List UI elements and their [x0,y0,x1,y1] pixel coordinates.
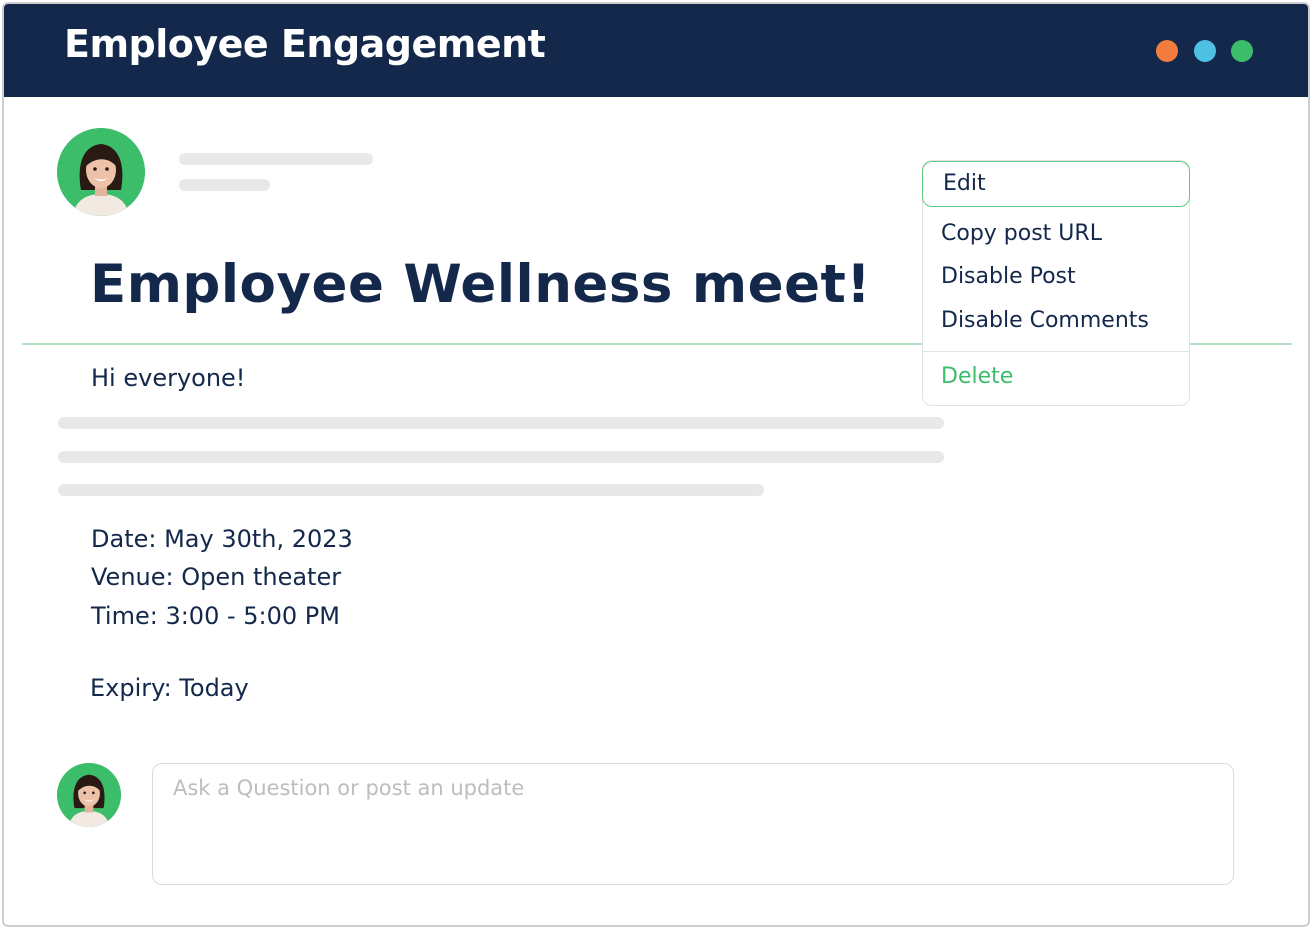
user-avatar-icon [57,763,121,827]
post-expiry: Expiry: Today [90,674,249,702]
commenter-avatar[interactable] [57,763,121,827]
app-window: Employee Engagement Employee Wellness me… [2,2,1310,927]
post-body-placeholder-line [58,484,764,496]
author-name-placeholder [179,153,373,165]
post-options-menu: Edit Copy post URL Disable Post Disable … [922,160,1190,406]
menu-item-copy-post-url[interactable]: Copy post URL [923,219,1189,249]
post-body-placeholder-line [58,417,944,429]
event-venue: Venue: Open theater [91,563,342,591]
author-avatar[interactable] [57,128,145,216]
post-greeting: Hi everyone! [91,364,246,392]
post-title: Employee Wellness meet! [90,254,872,315]
app-title: Employee Engagement [64,22,546,66]
window-control-blue[interactable] [1194,40,1216,62]
window-control-green[interactable] [1231,40,1253,62]
user-avatar-icon [57,128,145,216]
menu-item-delete[interactable]: Delete [923,362,1189,392]
post-body-placeholder-line [58,451,944,463]
title-bar: Employee Engagement [4,4,1308,97]
window-control-orange[interactable] [1156,40,1178,62]
event-time: Time: 3:00 - 5:00 PM [91,602,340,630]
menu-item-edit[interactable]: Edit [922,161,1190,207]
menu-separator [923,351,1189,352]
menu-item-disable-comments[interactable]: Disable Comments [923,306,1189,336]
event-date: Date: May 30th, 2023 [91,525,353,553]
post-meta-placeholder [179,179,270,191]
menu-item-disable-post[interactable]: Disable Post [923,262,1189,292]
comment-input[interactable] [152,763,1234,885]
